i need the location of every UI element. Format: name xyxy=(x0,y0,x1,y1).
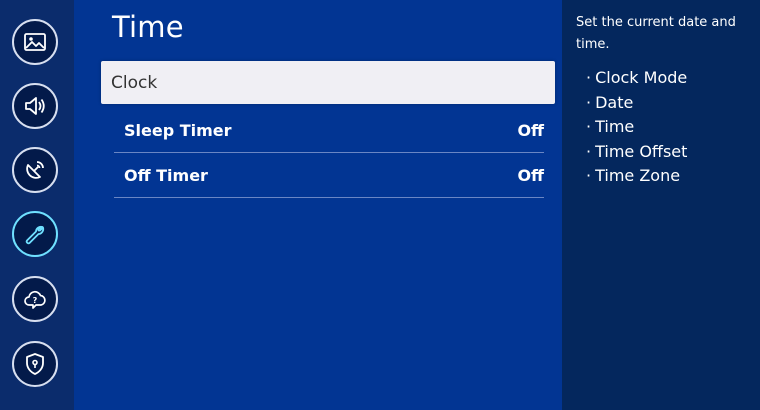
info-list: · Clock Mode · Date · Time · Time Offset · Ti… xyxy=(586,66,687,189)
bullet: · xyxy=(586,166,592,185)
sidebar-item-broadcasting[interactable] xyxy=(12,147,58,193)
info-list-text: Clock Mode xyxy=(595,68,688,87)
info-list-item: · Clock Mode xyxy=(586,66,687,91)
picture-icon xyxy=(24,33,46,51)
sidebar-item-general[interactable] xyxy=(12,211,58,257)
speaker-icon xyxy=(25,97,45,115)
sidebar-item-support[interactable]: ? xyxy=(12,276,58,322)
info-list-item: · Time Zone xyxy=(586,164,687,189)
info-list-text: Time xyxy=(595,117,635,136)
info-list-item: · Time Offset xyxy=(586,140,687,165)
sidebar: ? xyxy=(0,0,74,410)
menu-item-value: Off xyxy=(517,120,544,140)
bullet: · xyxy=(586,68,592,87)
satellite-dish-icon xyxy=(26,161,44,179)
divider xyxy=(114,197,544,198)
info-list-item: · Time xyxy=(586,115,687,140)
menu-item-label: Clock xyxy=(111,72,158,93)
sidebar-item-picture[interactable] xyxy=(12,19,58,65)
bullet: · xyxy=(586,92,592,112)
sidebar-item-sound[interactable] xyxy=(12,83,58,129)
wrench-icon xyxy=(25,225,45,245)
cloud-question-icon: ? xyxy=(24,290,46,309)
menu-item-clock[interactable]: Clock xyxy=(101,61,555,104)
info-list-text: Time Zone xyxy=(595,166,681,185)
bullet: · xyxy=(586,141,592,161)
menu-item-label: Off Timer xyxy=(124,165,208,185)
menu-item-value: Off xyxy=(517,165,544,185)
menu-item-label: Sleep Timer xyxy=(124,120,232,140)
menu-item-sleep-timer[interactable]: Sleep Timer Off xyxy=(114,108,544,152)
info-panel: Set the current date and time. · Clock Mo… xyxy=(562,0,760,410)
time-menu: Time Clock Sleep Timer Off Off Timer Off xyxy=(74,0,562,410)
info-description: Set the current date and time. xyxy=(576,15,736,52)
info-list-item: · Date xyxy=(586,91,687,116)
page-title: Time xyxy=(112,10,184,44)
bullet: · xyxy=(586,117,592,136)
sidebar-item-privacy[interactable] xyxy=(12,341,58,387)
shield-lock-icon xyxy=(26,353,44,375)
info-list-text: Time Offset xyxy=(595,141,688,161)
menu-item-off-timer[interactable]: Off Timer Off xyxy=(114,153,544,197)
svg-text:?: ? xyxy=(33,296,38,305)
info-list-text: Date xyxy=(595,92,634,112)
